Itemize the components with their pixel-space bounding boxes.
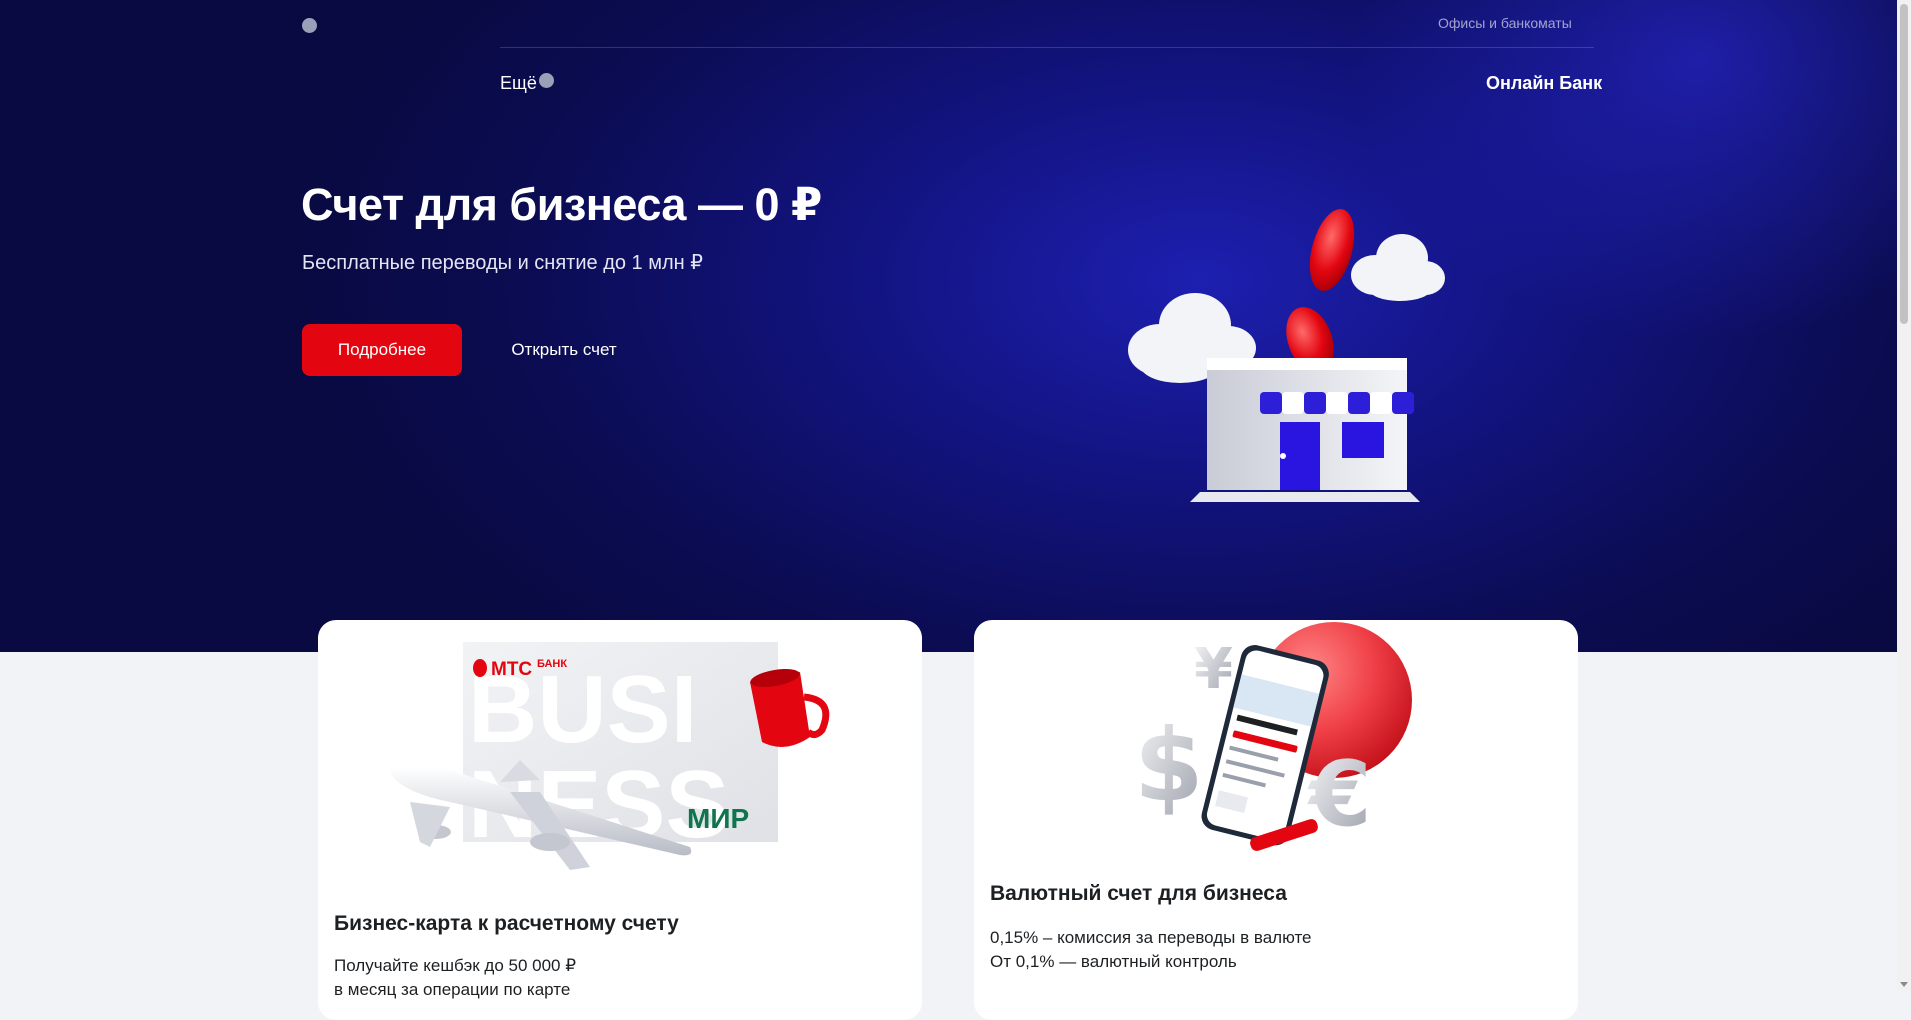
details-button[interactable]: Подробнее	[302, 324, 462, 376]
shop-illustration	[1128, 209, 1445, 502]
hero-subtitle: Бесплатные переводы и снятие до 1 млн ₽	[302, 252, 703, 274]
hero-title: Счет для бизнеса — 0 ₽	[301, 179, 822, 230]
mts-egg-icon	[473, 659, 487, 677]
business-card-image: BUSI NESS МТС БАНК МИР	[390, 642, 830, 870]
open-account-button[interactable]: Открыть счет	[484, 324, 644, 376]
coin-icon	[1286, 209, 1355, 373]
more-menu-label: Ещё	[500, 73, 537, 93]
card-line-1: 0,15% – комиссия за переводы в валюте	[990, 928, 1312, 947]
card-title: Валютный счет для бизнеса	[990, 882, 1287, 905]
yen-icon: ¥	[1194, 637, 1233, 702]
card-line-2: в месяц за операции по карте	[334, 980, 571, 999]
card-line-1: Получайте кешбэк до 50 000 ₽	[334, 956, 577, 975]
hero-banner: Офисы и банкоматы Ещё Онлайн Банк Счет д…	[0, 0, 1897, 652]
scrollbar-thumb[interactable]	[1900, 4, 1908, 324]
card-title: Бизнес-карта к расчетному счету	[334, 912, 679, 935]
chevron-down-icon	[538, 73, 554, 88]
scroll-down-arrow-icon[interactable]	[1900, 982, 1908, 987]
card-brand: МТС	[491, 659, 532, 680]
logo[interactable]	[302, 18, 317, 33]
currency-account-card[interactable]: ¥ $ € Валютный счет для бизнеса 0,15% – …	[974, 620, 1578, 1020]
offices-atms-link[interactable]: Офисы и банкоматы	[1438, 15, 1572, 31]
card-line-2: От 0,1% — валютный контроль	[990, 952, 1237, 971]
card-brand-suffix: БАНК	[537, 658, 567, 670]
business-card-card[interactable]: BUSI NESS МТС БАНК МИР Бизнес-карта к ра…	[318, 620, 922, 1020]
dollar-icon: $	[1134, 707, 1204, 824]
currency-account-image: ¥ $ €	[1134, 622, 1412, 851]
euro-icon: €	[1307, 742, 1372, 847]
mir-logo: МИР	[687, 803, 749, 834]
scrollbar[interactable]	[1897, 0, 1911, 991]
cloud-icon	[1351, 234, 1445, 301]
online-bank-link[interactable]: Онлайн Банк	[1486, 73, 1602, 94]
nav-divider	[500, 47, 1594, 48]
shop-building	[1190, 358, 1420, 502]
more-menu[interactable]: Ещё	[500, 73, 554, 94]
